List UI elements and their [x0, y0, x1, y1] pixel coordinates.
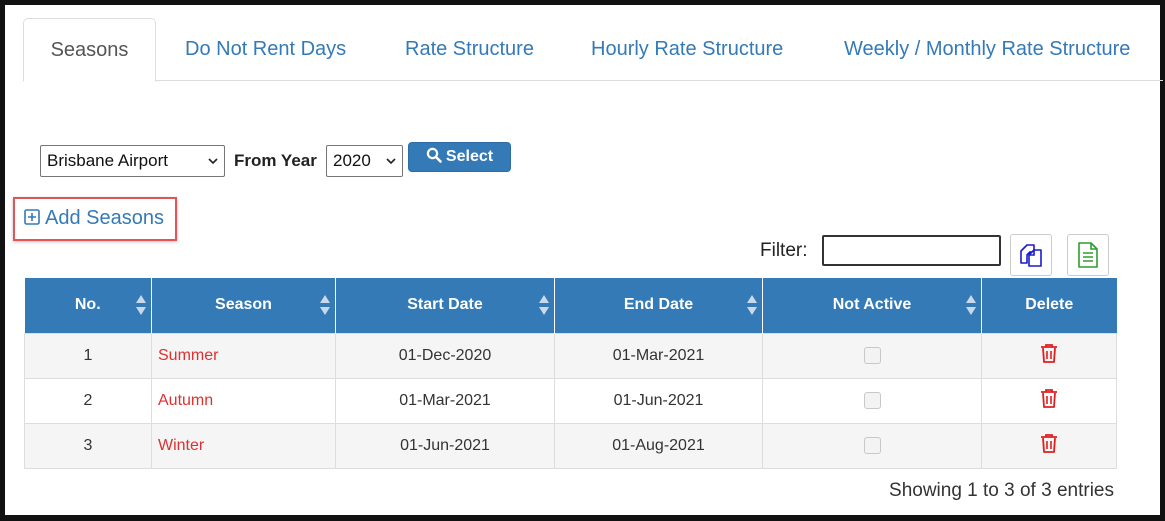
cell-start-date: 01-Jun-2021 [335, 422, 555, 469]
sort-icon [966, 295, 976, 315]
filter-label: Filter: [760, 240, 808, 261]
location-select-value: Brisbane Airport [47, 151, 168, 170]
tab-hourly-rate-structure[interactable]: Hourly Rate Structure [591, 18, 783, 81]
plus-square-icon [24, 209, 40, 225]
cell-season-link[interactable]: Winter [151, 422, 336, 469]
tab-label: Rate Structure [405, 38, 534, 60]
cell-season-link[interactable]: Autumn [151, 377, 336, 423]
chevron-down-icon [386, 158, 396, 165]
trash-icon[interactable] [1040, 388, 1058, 408]
column-header-delete: Delete [981, 278, 1117, 333]
tab-label: Seasons [50, 39, 129, 61]
cell-start-date: 01-Dec-2020 [335, 332, 555, 378]
not-active-checkbox[interactable] [863, 436, 881, 454]
location-select[interactable]: Brisbane Airport [40, 145, 225, 177]
sort-icon [136, 295, 146, 315]
not-active-checkbox[interactable] [863, 346, 881, 364]
sort-icon [539, 295, 549, 315]
from-year-label: From Year [234, 151, 317, 170]
add-seasons-link[interactable]: Add Seasons [24, 207, 164, 230]
table-row: 2 Autumn 01-Mar-2021 01-Jun-2021 [24, 377, 1117, 423]
filter-input[interactable] [822, 235, 1001, 266]
tab-rate-structure[interactable]: Rate Structure [405, 18, 534, 81]
cell-end-date: 01-Mar-2021 [554, 332, 763, 378]
year-select[interactable]: 2020 [326, 145, 403, 177]
cell-not-active [762, 332, 982, 378]
column-header-no[interactable]: No. [24, 278, 152, 333]
tab-bar: Seasons Do Not Rent Days Rate Structure … [23, 18, 1163, 82]
table-row: 3 Winter 01-Jun-2021 01-Aug-2021 [24, 422, 1117, 469]
sort-icon [320, 295, 330, 315]
sort-icon [747, 295, 757, 315]
seasons-table: No. Season Start Date End Date Not Activ… [24, 278, 1117, 469]
select-button-label: Select [445, 148, 494, 165]
add-seasons-highlight: Add Seasons [13, 197, 177, 241]
cell-season-link[interactable]: Summer [151, 332, 336, 378]
cell-not-active [762, 422, 982, 469]
cell-delete [981, 332, 1117, 378]
tab-label: Hourly Rate Structure [591, 38, 784, 60]
cell-delete [981, 377, 1117, 423]
column-header-label: Delete [1025, 296, 1074, 314]
cell-no: 1 [24, 332, 152, 378]
column-header-label: Start Date [407, 296, 483, 314]
column-header-not-active[interactable]: Not Active [762, 278, 982, 333]
copy-icon [1020, 244, 1042, 267]
column-header-label: Season [215, 296, 272, 314]
trash-icon[interactable] [1040, 343, 1058, 363]
cell-start-date: 01-Mar-2021 [335, 377, 555, 423]
cell-no: 2 [24, 377, 152, 423]
table-header-row: No. Season Start Date End Date Not Activ… [24, 278, 1117, 333]
table-info-text: Showing 1 to 3 of 3 entries [889, 480, 1114, 501]
select-button[interactable]: Select [408, 142, 511, 172]
file-excel-icon [1078, 242, 1098, 268]
column-header-end-date[interactable]: End Date [554, 278, 763, 333]
trash-icon[interactable] [1040, 433, 1058, 453]
cell-end-date: 01-Aug-2021 [554, 422, 763, 469]
column-header-season[interactable]: Season [151, 278, 336, 333]
table-row: 1 Summer 01-Dec-2020 01-Mar-2021 [24, 332, 1117, 378]
year-select-value: 2020 [333, 151, 371, 170]
add-seasons-label: Add Seasons [45, 207, 164, 229]
copy-button[interactable] [1010, 234, 1052, 276]
column-header-label: End Date [623, 296, 694, 314]
cell-end-date: 01-Jun-2021 [554, 377, 763, 423]
tab-label: Weekly / Monthly Rate Structure [844, 38, 1131, 60]
tab-do-not-rent-days[interactable]: Do Not Rent Days [185, 18, 346, 81]
cell-no: 3 [24, 422, 152, 469]
excel-export-button[interactable] [1067, 234, 1109, 276]
not-active-checkbox[interactable] [863, 391, 881, 409]
chevron-down-icon [208, 158, 218, 165]
column-header-start-date[interactable]: Start Date [335, 278, 555, 333]
column-header-label: Not Active [832, 296, 912, 314]
column-header-label: No. [74, 296, 101, 314]
search-icon [426, 147, 442, 163]
cell-not-active [762, 377, 982, 423]
app-frame: Seasons Do Not Rent Days Rate Structure … [0, 0, 1165, 521]
tab-weekly-monthly-rate-structure[interactable]: Weekly / Monthly Rate Structure [844, 18, 1130, 81]
cell-delete [981, 422, 1117, 469]
tab-seasons[interactable]: Seasons [23, 18, 156, 82]
tab-label: Do Not Rent Days [185, 38, 347, 60]
